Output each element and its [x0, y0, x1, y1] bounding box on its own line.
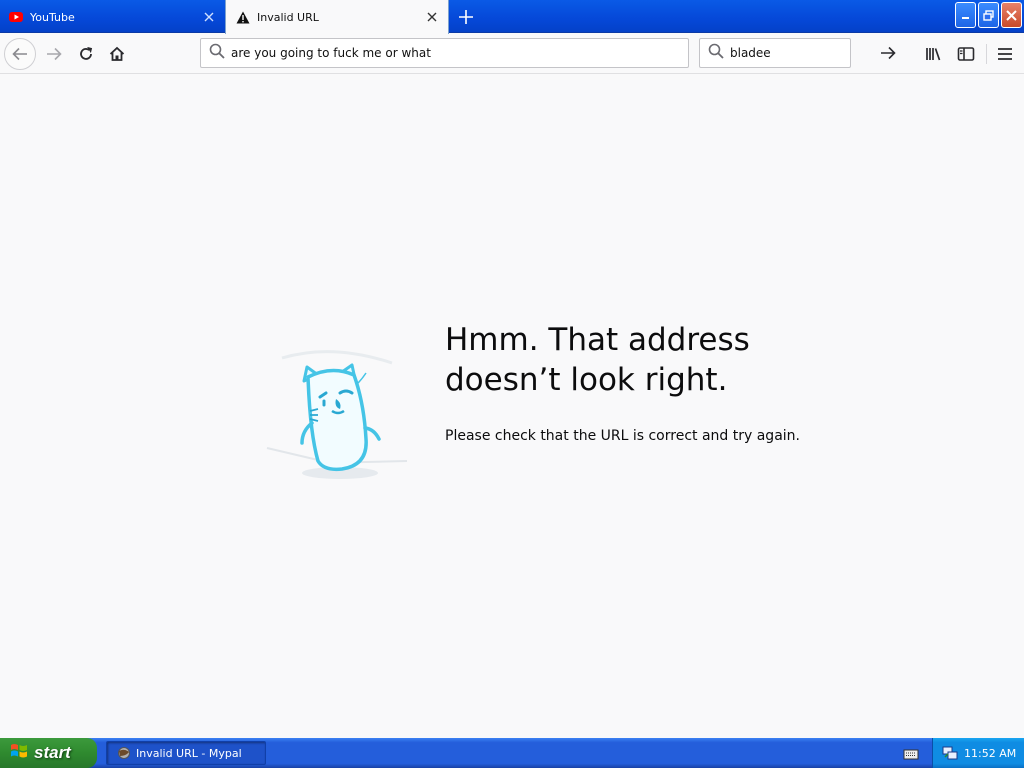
url-input[interactable] — [231, 46, 688, 60]
close-icon[interactable] — [199, 7, 219, 27]
mypal-icon — [117, 746, 131, 760]
network-icon[interactable] — [942, 746, 958, 760]
tab-label: Invalid URL — [257, 10, 319, 24]
toolbar-separator — [986, 44, 987, 64]
minimize-button[interactable] — [955, 2, 976, 28]
hamburger-menu-icon — [998, 48, 1012, 60]
window-close-button[interactable] — [1001, 2, 1022, 28]
error-description: Please check that the URL is correct and… — [445, 428, 800, 444]
sidebar-icon — [957, 47, 975, 61]
start-label: start — [34, 743, 71, 762]
restore-button[interactable] — [978, 2, 999, 28]
library-button[interactable] — [919, 38, 949, 70]
address-bar[interactable] — [200, 38, 689, 68]
start-button[interactable]: start — [0, 738, 97, 768]
arrow-right-icon — [881, 46, 896, 60]
library-icon — [926, 48, 941, 61]
search-icon — [708, 43, 724, 63]
tab-label: YouTube — [30, 10, 75, 24]
tab-invalid-url[interactable]: Invalid URL — [225, 0, 449, 34]
error-title: Hmm. That address doesn’t look right. — [445, 322, 750, 398]
home-icon — [109, 46, 125, 61]
new-tab-button[interactable] — [453, 4, 479, 30]
tab-strip: YouTube Invalid URL — [0, 0, 1024, 34]
confused-cat-illustration — [262, 343, 412, 493]
error-page: Hmm. That address doesn’t look right. Pl… — [0, 75, 1024, 738]
navigation-toolbar — [0, 34, 1024, 74]
warning-icon — [236, 10, 250, 24]
reload-icon — [80, 47, 93, 60]
taskbar-item-mypal[interactable]: Invalid URL - Mypal — [106, 741, 266, 765]
taskbar: start Invalid URL - Mypal 11:52 AM — [0, 738, 1024, 768]
search-bar[interactable] — [699, 38, 896, 68]
system-tray: 11:52 AM — [932, 738, 1024, 768]
forward-arrow-icon — [47, 47, 62, 61]
back-arrow-icon — [12, 47, 27, 61]
sidebar-button[interactable] — [951, 38, 981, 70]
forward-button[interactable] — [38, 38, 70, 70]
windows-logo-icon — [10, 742, 28, 765]
home-button[interactable] — [101, 38, 133, 70]
reload-button[interactable] — [70, 38, 102, 70]
menu-button[interactable] — [990, 38, 1020, 70]
clock[interactable]: 11:52 AM — [964, 747, 1016, 760]
tab-youtube[interactable]: YouTube — [0, 1, 225, 33]
keyboard-icon[interactable] — [903, 746, 919, 765]
window-controls — [955, 2, 1022, 28]
search-go-button[interactable] — [880, 40, 896, 66]
taskbar-item-label: Invalid URL - Mypal — [136, 746, 242, 760]
search-icon — [209, 43, 225, 63]
search-input[interactable] — [730, 46, 880, 60]
youtube-icon — [9, 10, 23, 24]
close-icon[interactable] — [422, 7, 442, 27]
back-button[interactable] — [4, 38, 36, 70]
